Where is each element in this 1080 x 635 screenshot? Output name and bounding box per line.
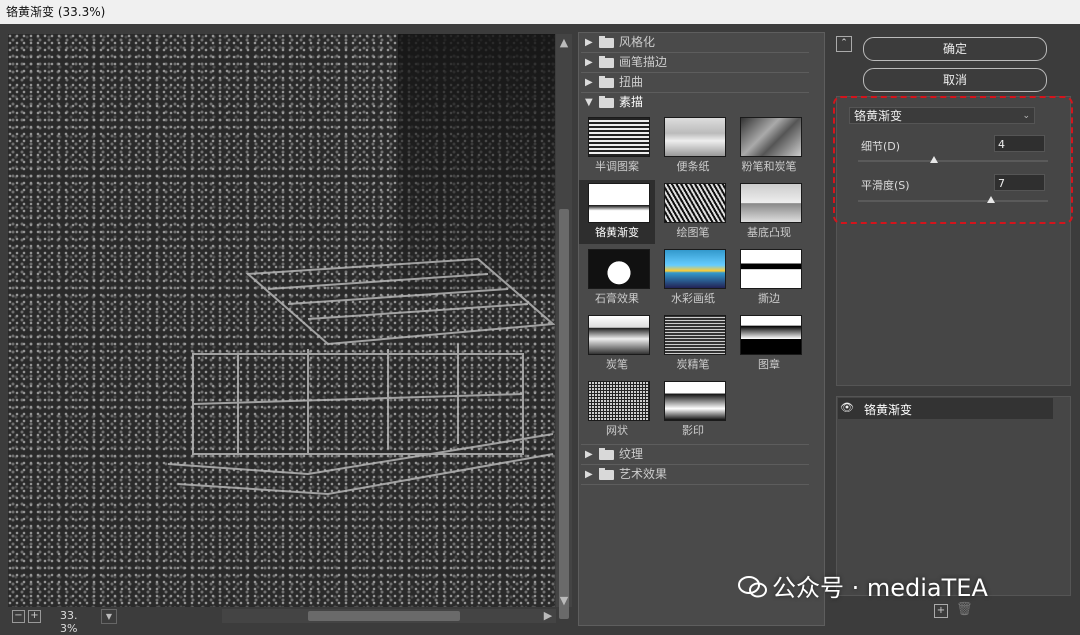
filter-bas-relief[interactable]: 基底凸现 — [731, 180, 807, 244]
filter-note-paper[interactable]: 便条纸 — [655, 114, 731, 178]
stamp-thumb — [740, 315, 802, 355]
filter-chalk-charcoal[interactable]: 粉笔和炭笔 — [731, 114, 807, 178]
filter-water-paper[interactable]: 水彩画纸 — [655, 246, 731, 310]
expand-arrow-icon: ▶ — [585, 57, 593, 68]
expand-arrow-icon: ▶ — [585, 37, 593, 48]
new-layer-icon[interactable]: + — [934, 604, 948, 618]
halftone-thumb — [588, 117, 650, 157]
cancel-button[interactable]: 取消 — [863, 68, 1047, 92]
filter-label: 铬黄渐变 — [595, 226, 639, 239]
category-label: 素描 — [619, 95, 644, 109]
scroll-up-icon[interactable]: ▲ — [556, 36, 572, 49]
filter-halftone-pattern[interactable]: 半调图案 — [579, 114, 655, 178]
effect-layer-label: 铬黄渐变 — [864, 403, 913, 417]
filter-label: 影印 — [682, 424, 704, 437]
filter-plaster[interactable]: 石膏效果 — [579, 246, 655, 310]
filter-conte-crayon[interactable]: 炭精笔 — [655, 312, 731, 376]
plaster-thumb — [588, 249, 650, 289]
filter-label: 网状 — [606, 424, 628, 437]
vertical-scroll-thumb[interactable] — [559, 209, 569, 619]
filter-torn-edges[interactable]: 撕边 — [731, 246, 807, 310]
category-label: 扭曲 — [619, 75, 644, 89]
filter-label: 石膏效果 — [595, 292, 639, 305]
category-label: 艺术效果 — [619, 467, 668, 481]
window-title: 铬黄渐变 (33.3%) — [0, 0, 1080, 24]
category-brush-strokes[interactable]: ▶ 画笔描边 — [581, 53, 809, 73]
zoom-out-icon[interactable]: − — [12, 610, 25, 623]
filter-label: 撕边 — [758, 292, 780, 305]
category-label: 画笔描边 — [619, 55, 668, 69]
expand-arrow-icon: ▶ — [585, 77, 593, 88]
open-folder-icon — [599, 96, 614, 108]
filter-label: 粉笔和炭笔 — [741, 160, 797, 173]
zoom-level: 33. 3% — [60, 609, 78, 635]
filter-label: 炭笔 — [606, 358, 628, 371]
preview-vertical-scrollbar[interactable] — [556, 34, 572, 619]
zoom-in-icon[interactable]: + — [28, 610, 41, 623]
bas-relief-thumb — [740, 183, 802, 223]
category-distort[interactable]: ▶ 扭曲 — [581, 73, 809, 93]
filter-chrome[interactable]: 铬黄渐变 — [579, 180, 655, 244]
category-label: 纹理 — [619, 447, 644, 461]
filter-label: 便条纸 — [676, 160, 710, 173]
scroll-down-icon[interactable]: ▼ — [556, 594, 572, 607]
filter-label: 图章 — [758, 358, 780, 371]
folder-icon — [599, 448, 614, 460]
wechat-logo-icon — [738, 576, 767, 598]
charcoal-thumb — [588, 315, 650, 355]
collapse-gallery-icon[interactable]: ⌃ — [836, 36, 852, 52]
water-paper-thumb — [664, 249, 726, 289]
filter-label: 水彩画纸 — [671, 292, 715, 305]
preview-horizontal-scrollbar[interactable] — [222, 609, 556, 623]
expand-arrow-icon: ▶ — [585, 469, 593, 480]
trash-icon[interactable]: 🗑 — [956, 603, 973, 616]
effect-layers-panel — [836, 396, 1071, 596]
filter-gallery: ▶ 风格化 ▶ 画笔描边 ▶ 扭曲 ▼ 素描 半调图案 便条纸 粉笔和炭笔 铬黄… — [578, 32, 825, 626]
category-texture[interactable]: ▶ 纹理 — [581, 444, 809, 465]
highlight-annotation — [833, 96, 1073, 224]
folder-icon — [599, 468, 614, 480]
note-paper-thumb — [664, 117, 726, 157]
photocopy-thumb — [664, 381, 726, 421]
filter-label: 绘图笔 — [676, 226, 710, 239]
filter-photocopy[interactable]: 影印 — [655, 378, 731, 442]
category-sketch[interactable]: ▼ 素描 — [581, 93, 809, 112]
graphic-pen-thumb — [664, 183, 726, 223]
watermark-text: 公众号 · mediaTEA — [772, 574, 988, 602]
filter-reticulation[interactable]: 网状 — [579, 378, 655, 442]
filter-graphic-pen[interactable]: 绘图笔 — [655, 180, 731, 244]
torn-edges-thumb — [740, 249, 802, 289]
eye-icon[interactable]: 👁 — [840, 401, 854, 415]
zoom-dropdown-icon[interactable]: ▼ — [101, 609, 117, 624]
scroll-right-icon[interactable]: ▶ — [540, 609, 556, 622]
conte-crayon-thumb — [664, 315, 726, 355]
preview-boat-sketch — [167, 257, 555, 496]
chalk-charcoal-thumb — [740, 117, 802, 157]
collapse-arrow-icon: ▼ — [585, 97, 593, 108]
filter-stamp[interactable]: 图章 — [731, 312, 807, 376]
filter-label: 半调图案 — [595, 160, 639, 173]
category-artistic[interactable]: ▶ 艺术效果 — [581, 465, 809, 485]
category-stylize[interactable]: ▶ 风格化 — [581, 33, 809, 53]
filter-charcoal[interactable]: 炭笔 — [579, 312, 655, 376]
preview-canvas[interactable] — [8, 34, 555, 607]
horizontal-scroll-thumb[interactable] — [308, 611, 460, 621]
filter-label: 基底凸现 — [747, 226, 791, 239]
reticulation-thumb — [588, 381, 650, 421]
filter-label: 炭精笔 — [676, 358, 710, 371]
ok-button[interactable]: 确定 — [863, 37, 1047, 61]
watermark: 公众号 · mediaTEA — [738, 568, 988, 603]
folder-icon — [599, 56, 614, 68]
folder-icon — [599, 76, 614, 88]
chrome-thumb — [588, 183, 650, 223]
folder-icon — [599, 36, 614, 48]
expand-arrow-icon: ▶ — [585, 449, 593, 460]
category-label: 风格化 — [619, 35, 656, 49]
